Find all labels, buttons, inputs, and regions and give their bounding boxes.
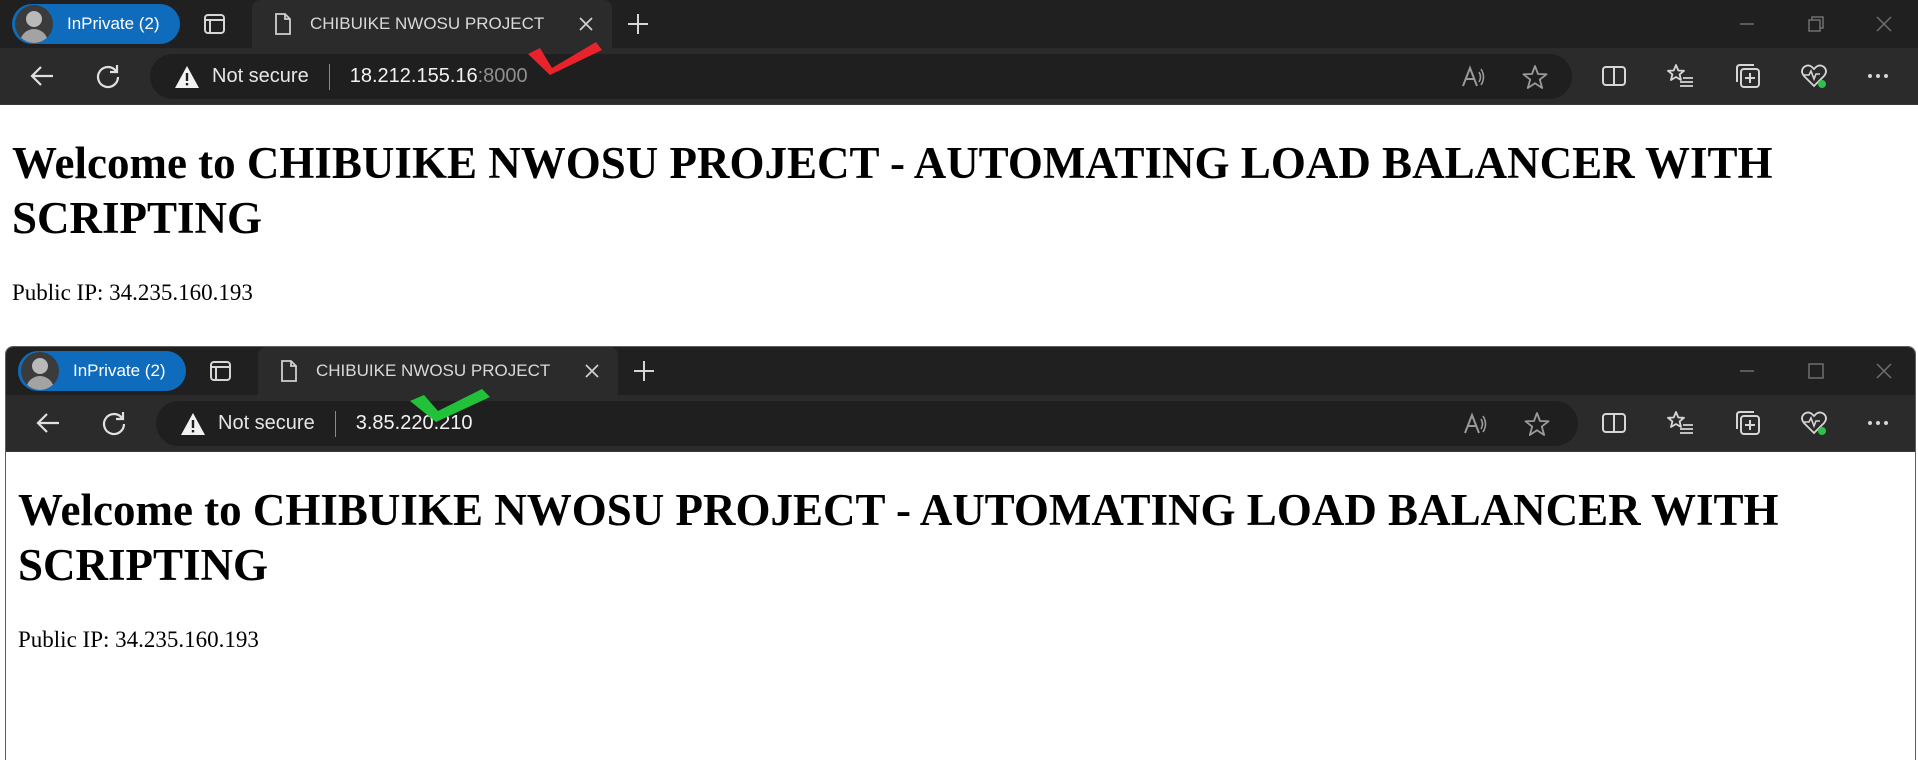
back-arrow-icon[interactable] <box>26 60 58 92</box>
tab-actions-icon[interactable] <box>198 10 230 38</box>
maximize-icon[interactable] <box>1802 357 1830 385</box>
favorites-icon[interactable] <box>1667 409 1695 437</box>
more-icon[interactable] <box>1864 62 1892 90</box>
close-window-icon[interactable] <box>1870 10 1898 38</box>
close-window-icon[interactable] <box>1870 357 1898 385</box>
separator <box>334 410 336 437</box>
toolbar: Not secure 18.212.155.16:8000 <box>0 48 1918 105</box>
warning-icon[interactable] <box>174 65 200 89</box>
tab-title: CHIBUIKE NWOSU PROJECT <box>310 14 545 33</box>
back-arrow-icon[interactable] <box>32 407 64 439</box>
split-screen-icon[interactable] <box>1600 62 1628 90</box>
page-icon <box>281 360 297 382</box>
security-status[interactable]: Not secure <box>212 65 309 88</box>
profile-label: InPrivate (2) <box>67 14 160 33</box>
star-icon[interactable] <box>1522 64 1548 90</box>
page-content: Welcome to CHIBUIKE NWOSU PROJECT - AUTO… <box>6 453 1915 760</box>
tab-bar: InPrivate (2) CHIBUIKE NWOSU PROJECT <box>0 0 1918 48</box>
profile-button[interactable]: InPrivate (2) <box>18 351 186 391</box>
refresh-icon[interactable] <box>92 60 124 92</box>
refresh-icon[interactable] <box>98 407 130 439</box>
close-icon[interactable] <box>574 12 598 36</box>
url-host[interactable]: 18.212.155.16 <box>350 65 478 88</box>
profile-label: InPrivate (2) <box>73 361 166 380</box>
minimize-icon[interactable] <box>1733 10 1761 38</box>
browser-window-bottom: InPrivate (2) CHIBUIKE NWOSU PROJECT Not… <box>5 346 1916 760</box>
tab-title: CHIBUIKE NWOSU PROJECT <box>316 361 551 380</box>
toolbar: Not secure 3.85.220.210 <box>6 395 1915 452</box>
plus-icon[interactable] <box>630 357 658 385</box>
read-aloud-icon[interactable] <box>1460 64 1486 90</box>
star-icon[interactable] <box>1524 411 1550 437</box>
split-screen-icon[interactable] <box>1600 409 1628 437</box>
close-icon[interactable] <box>580 359 604 383</box>
security-status[interactable]: Not secure <box>218 412 315 435</box>
read-aloud-icon[interactable] <box>1462 411 1488 437</box>
separator <box>328 63 330 90</box>
collections-icon[interactable] <box>1734 62 1762 90</box>
plus-icon[interactable] <box>624 10 652 38</box>
tab-actions-icon[interactable] <box>204 357 236 385</box>
address-bar[interactable]: Not secure 3.85.220.210 <box>156 401 1578 446</box>
page-heading: Welcome to CHIBUIKE NWOSU PROJECT - AUTO… <box>18 485 1779 590</box>
more-icon[interactable] <box>1864 409 1892 437</box>
page-heading: Welcome to CHIBUIKE NWOSU PROJECT - AUTO… <box>12 138 1773 243</box>
page-content: Welcome to CHIBUIKE NWOSU PROJECT - AUTO… <box>0 106 1918 338</box>
green-check-mark <box>410 389 490 422</box>
tab-bar: InPrivate (2) CHIBUIKE NWOSU PROJECT <box>6 347 1915 395</box>
restore-icon[interactable] <box>1802 10 1830 38</box>
heartbeat-icon[interactable] <box>1800 62 1828 90</box>
url-port[interactable]: :8000 <box>478 65 528 88</box>
warning-icon[interactable] <box>180 412 206 436</box>
public-ip-text: Public IP: 34.235.160.193 <box>18 627 259 652</box>
heartbeat-icon[interactable] <box>1800 409 1828 437</box>
public-ip-text: Public IP: 34.235.160.193 <box>12 280 253 305</box>
page-icon <box>275 13 291 35</box>
avatar <box>21 352 59 390</box>
profile-button[interactable]: InPrivate (2) <box>12 4 180 44</box>
avatar <box>15 5 53 43</box>
address-bar[interactable]: Not secure 18.212.155.16:8000 <box>150 54 1572 99</box>
favorites-icon[interactable] <box>1667 62 1695 90</box>
collections-icon[interactable] <box>1734 409 1762 437</box>
minimize-icon[interactable] <box>1733 357 1761 385</box>
red-cross-mark <box>528 42 602 75</box>
browser-window-top: InPrivate (2) CHIBUIKE NWOSU PROJECT Not… <box>0 0 1918 338</box>
